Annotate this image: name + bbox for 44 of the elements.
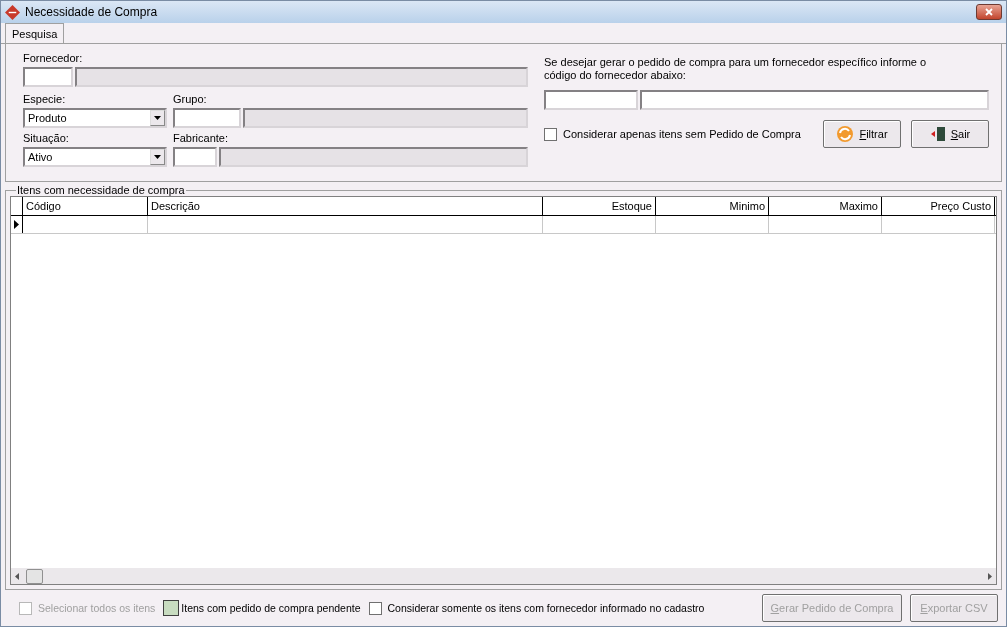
column-header[interactable]: Descrição bbox=[148, 197, 543, 215]
input-field[interactable] bbox=[23, 67, 73, 87]
column-header[interactable]: Maximo bbox=[769, 197, 882, 215]
input-field[interactable] bbox=[640, 90, 989, 110]
tab[interactable]: Pesquisa bbox=[5, 23, 65, 43]
field-label: Situação: bbox=[23, 132, 70, 145]
column-header[interactable]: Código bbox=[23, 197, 148, 215]
scroll-left-icon[interactable] bbox=[14, 572, 20, 580]
field-label: Fornecedor: bbox=[23, 52, 84, 65]
group-title: Itens com necessidade de compra bbox=[16, 184, 186, 196]
close-icon bbox=[985, 8, 993, 16]
checkbox-label[interactable]: Considerar somente os itens com fornecedor informado no cadastro bbox=[368, 601, 705, 615]
close-button[interactable] bbox=[976, 4, 1002, 20]
row-pointer-icon bbox=[14, 220, 19, 229]
checkbox[interactable] bbox=[544, 127, 557, 141]
input-field[interactable] bbox=[75, 67, 528, 87]
caret-icon bbox=[154, 155, 161, 159]
column-header[interactable]: Estoque bbox=[543, 197, 656, 215]
action-button[interactable]: Sair bbox=[911, 120, 989, 148]
dropdown[interactable]: Ativo bbox=[23, 147, 167, 167]
action-button[interactable]: Filtrar bbox=[823, 120, 901, 148]
legend-label: Itens com pedido de compra pendente bbox=[181, 602, 361, 614]
checkbox[interactable] bbox=[368, 601, 382, 615]
input-field[interactable] bbox=[173, 147, 217, 167]
caret-icon bbox=[154, 116, 161, 120]
input-field[interactable] bbox=[544, 90, 638, 110]
input-field[interactable] bbox=[173, 108, 241, 128]
field-label: Fabricante: bbox=[173, 132, 230, 145]
window-title: Necessidade de Compra bbox=[25, 5, 159, 19]
input-field[interactable] bbox=[219, 147, 528, 167]
scroll-thumb[interactable] bbox=[26, 568, 43, 584]
field-label: Especie: bbox=[23, 93, 67, 106]
input-field[interactable] bbox=[243, 108, 528, 128]
scroll-right-icon[interactable] bbox=[987, 572, 993, 580]
refresh-icon bbox=[836, 125, 855, 143]
field-label: Grupo: bbox=[173, 93, 208, 106]
column-header[interactable]: Preço Custo bbox=[882, 197, 995, 215]
door-icon bbox=[929, 126, 946, 142]
instruction-text: Se desejar gerar o pedido de compra para um fornecedor específico informe o código do fornecedor abaixo: bbox=[544, 56, 928, 82]
checkbox-label[interactable]: Considerar apenas itens sem Pedido de Compra bbox=[544, 127, 801, 141]
column-header[interactable]: Minimo bbox=[656, 197, 769, 215]
scrollbar[interactable] bbox=[11, 568, 996, 584]
dropdown[interactable]: Produto bbox=[23, 108, 167, 128]
app-logo-icon bbox=[5, 4, 20, 20]
